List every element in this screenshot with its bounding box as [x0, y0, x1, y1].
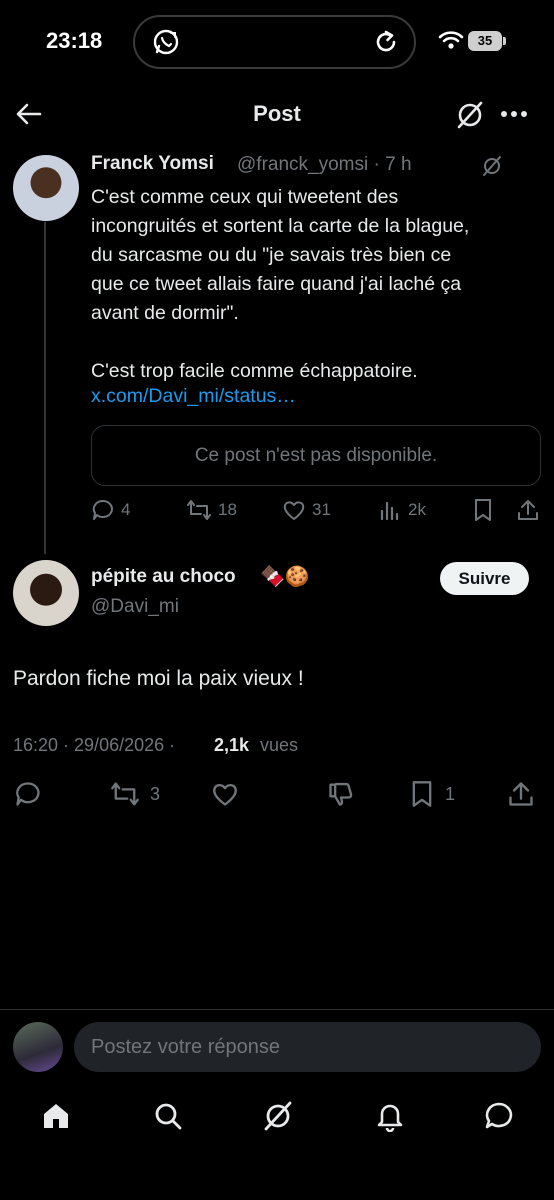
post-text: Pardon fiche moi la paix vieux ! [13, 667, 304, 690]
repost-button[interactable]: 18 [186, 498, 237, 522]
post-text: C'est comme ceux qui tweetent des incong… [91, 186, 470, 382]
post-views-label: vues [260, 735, 299, 755]
battery-icon: 35 [468, 31, 502, 51]
dislike-button[interactable] [327, 780, 355, 808]
grok-icon[interactable] [262, 1100, 294, 1132]
reply-icon [14, 780, 42, 808]
post-link[interactable]: x.com/Davi_mi/status… [91, 385, 296, 408]
author-handle-time[interactable]: @franck_yomsi · 7 h [237, 154, 412, 176]
reply-button[interactable]: 4 [91, 498, 130, 522]
post-views-count: 2,1k [214, 735, 250, 755]
bookmark-button[interactable] [472, 498, 494, 522]
avatar[interactable] [13, 155, 79, 221]
grok-icon[interactable] [455, 100, 485, 130]
repost-icon [186, 498, 212, 522]
post-timestamp[interactable]: 16:20 · 29/06/2026 · [13, 735, 175, 756]
author-name[interactable]: Franck Yomsi [91, 153, 214, 175]
author-handle[interactable]: @Davi_mi [91, 596, 179, 618]
like-button[interactable] [211, 780, 239, 808]
share-button[interactable] [516, 498, 540, 522]
divider [0, 1009, 554, 1010]
heart-icon [211, 780, 239, 808]
status-time: 23:18 [46, 28, 103, 53]
repost-count: 3 [150, 783, 161, 804]
like-button[interactable]: 31 [282, 498, 331, 522]
reload-icon[interactable] [372, 28, 400, 56]
messages-icon[interactable] [483, 1100, 515, 1132]
avatar[interactable] [13, 560, 79, 626]
share-button[interactable] [507, 780, 535, 808]
whatsapp-call-icon [152, 28, 180, 56]
repost-button[interactable]: 3 [110, 780, 160, 808]
analytics-icon [378, 498, 402, 522]
repost-count: 18 [218, 500, 237, 519]
like-count: 31 [312, 500, 331, 519]
reply-button[interactable] [14, 780, 42, 808]
share-icon [507, 780, 535, 808]
share-icon [516, 498, 540, 522]
home-icon[interactable] [40, 1100, 72, 1132]
grok-icon[interactable] [481, 155, 503, 177]
reply-count: 4 [121, 500, 131, 519]
dislike-icon [327, 780, 355, 808]
reply-input[interactable]: Postez votre réponse [74, 1022, 541, 1072]
avatar[interactable] [13, 1022, 63, 1072]
views-count: 2k [408, 500, 426, 519]
wifi-icon [438, 30, 464, 50]
heart-icon [282, 498, 306, 522]
quoted-post-unavailable: Ce post n'est pas disponible. [91, 425, 541, 486]
battery-tip [503, 37, 506, 45]
search-icon[interactable] [152, 1100, 184, 1132]
views-button[interactable]: 2k [378, 498, 426, 522]
bookmark-icon [472, 498, 494, 522]
author-name[interactable]: pépite au choco [91, 566, 236, 588]
author-name-emoji: 🍫🍪 [260, 566, 310, 588]
more-icon[interactable] [500, 104, 528, 124]
repost-icon [110, 780, 140, 808]
bookmark-count: 1 [445, 783, 456, 804]
reply-icon [91, 498, 115, 522]
notifications-icon[interactable] [374, 1100, 406, 1132]
follow-button[interactable]: Suivre [440, 562, 529, 595]
bookmark-button[interactable]: 1 [409, 780, 455, 808]
bookmark-icon [409, 780, 435, 808]
thread-connector-line [44, 222, 46, 554]
